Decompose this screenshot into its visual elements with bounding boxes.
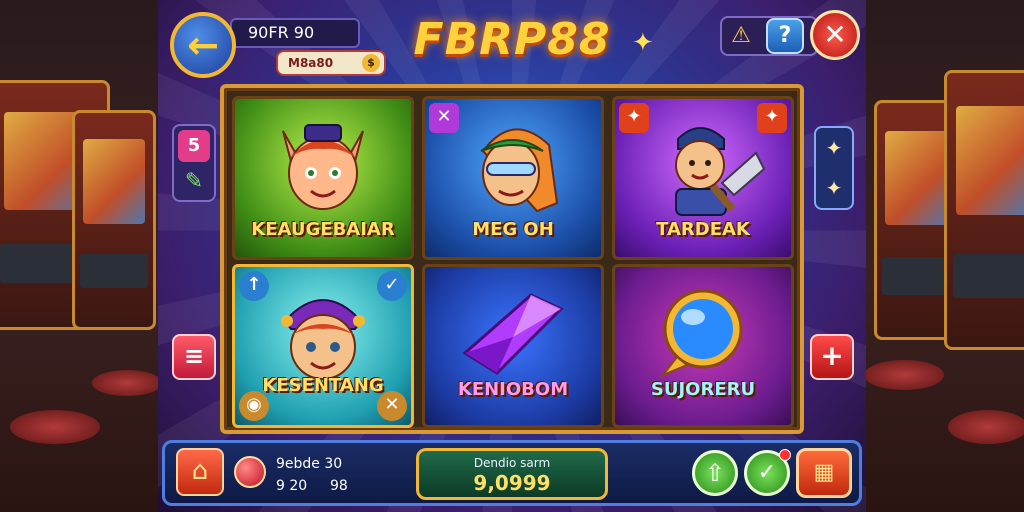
- game-lobby-frame: 90FR 90 ← M8a80 $ FBRP88 ✦ ⚠ ? ✕ 5 ✎ ≡ ✦…: [158, 0, 866, 512]
- jackpot-display[interactable]: Dendio sarm 9,0999: [416, 448, 608, 500]
- blue-orb-icon: [659, 289, 743, 378]
- star-icon[interactable]: ✦: [816, 128, 852, 168]
- warning-icon[interactable]: ⚠: [724, 20, 758, 52]
- background-arcade-left: [0, 0, 160, 512]
- add-button[interactable]: +: [810, 334, 854, 380]
- help-button[interactable]: ?: [766, 18, 804, 54]
- balance-value: 9 20: [276, 478, 308, 494]
- arrow-left-icon: ←: [187, 23, 219, 67]
- up-button[interactable]: ⇧: [692, 450, 738, 496]
- balance-label: 9ebde 30: [276, 456, 343, 472]
- star-icon[interactable]: ✦: [816, 168, 852, 208]
- game-tile[interactable]: ↑ ✓ KESENTANG ◉ ✕: [232, 264, 414, 428]
- jackpot-label: Dendio sarm: [473, 456, 551, 470]
- home-button[interactable]: ⌂: [176, 448, 224, 496]
- jester-girl-icon: [281, 299, 365, 380]
- back-button[interactable]: ←: [170, 12, 236, 78]
- purple-crystal-icon: [462, 293, 564, 375]
- right-side-panel: ✦ ✦: [814, 126, 854, 210]
- arrow-up-icon: ⇧: [704, 459, 726, 487]
- stool: [864, 360, 944, 390]
- currency-pill[interactable]: M8a80 $: [276, 50, 386, 76]
- coin-icon: $: [362, 54, 380, 72]
- game-tile[interactable]: ✕ MEG OH: [422, 96, 604, 260]
- stool: [948, 410, 1024, 444]
- game-tile-name: MEG OH: [472, 219, 554, 240]
- check-icon: ✓: [757, 460, 777, 485]
- notification-dot: [779, 449, 791, 461]
- game-tile[interactable]: ✦ ✦ TARDEAK: [612, 96, 794, 260]
- arcade-cabinet: [72, 110, 156, 330]
- fox-character-icon: [282, 124, 364, 210]
- bonus-button[interactable]: 5: [178, 130, 210, 162]
- confirm-button[interactable]: ✓: [744, 449, 791, 496]
- game-tile-name: KEAUGEBAIAR: [251, 219, 395, 240]
- home-icon: ⌂: [191, 456, 209, 486]
- menu-icon: ▦: [813, 460, 835, 485]
- coin-icon: ◉: [239, 391, 269, 421]
- game-logo: FBRP88: [413, 14, 611, 65]
- sparkle-icon: ✦: [632, 28, 654, 58]
- balance-value-secondary: 98: [330, 478, 348, 494]
- menu-button-left[interactable]: ≡: [172, 334, 216, 380]
- game-tile[interactable]: SUJORERU: [612, 264, 794, 428]
- background-arcade-right: [864, 0, 1024, 512]
- close-button[interactable]: ✕: [810, 10, 860, 60]
- stool: [92, 370, 160, 396]
- player-info-label: 90FR 90: [230, 18, 360, 48]
- game-tile[interactable]: KENIOBOM: [422, 264, 604, 428]
- magic-wand-icon[interactable]: ✎: [178, 166, 210, 198]
- jackpot-value: 9,0999: [473, 471, 551, 495]
- game-tile-name: KENIOBOM: [457, 379, 569, 400]
- masked-hero-icon: [480, 128, 559, 213]
- game-tile[interactable]: KEAUGEBAIAR: [232, 96, 414, 260]
- record-button[interactable]: [234, 456, 266, 488]
- menu-button[interactable]: ▦: [796, 448, 852, 498]
- warrior-character-icon: [675, 127, 766, 216]
- arcade-cabinet: [944, 70, 1024, 350]
- stool: [10, 410, 100, 444]
- game-tile-name: SUJORERU: [650, 379, 756, 400]
- sword-icon: ✕: [377, 391, 407, 421]
- game-tile-name: TARDEAK: [656, 219, 750, 240]
- left-side-panel: 5 ✎: [172, 124, 216, 202]
- currency-pill-label: M8a80: [288, 56, 334, 70]
